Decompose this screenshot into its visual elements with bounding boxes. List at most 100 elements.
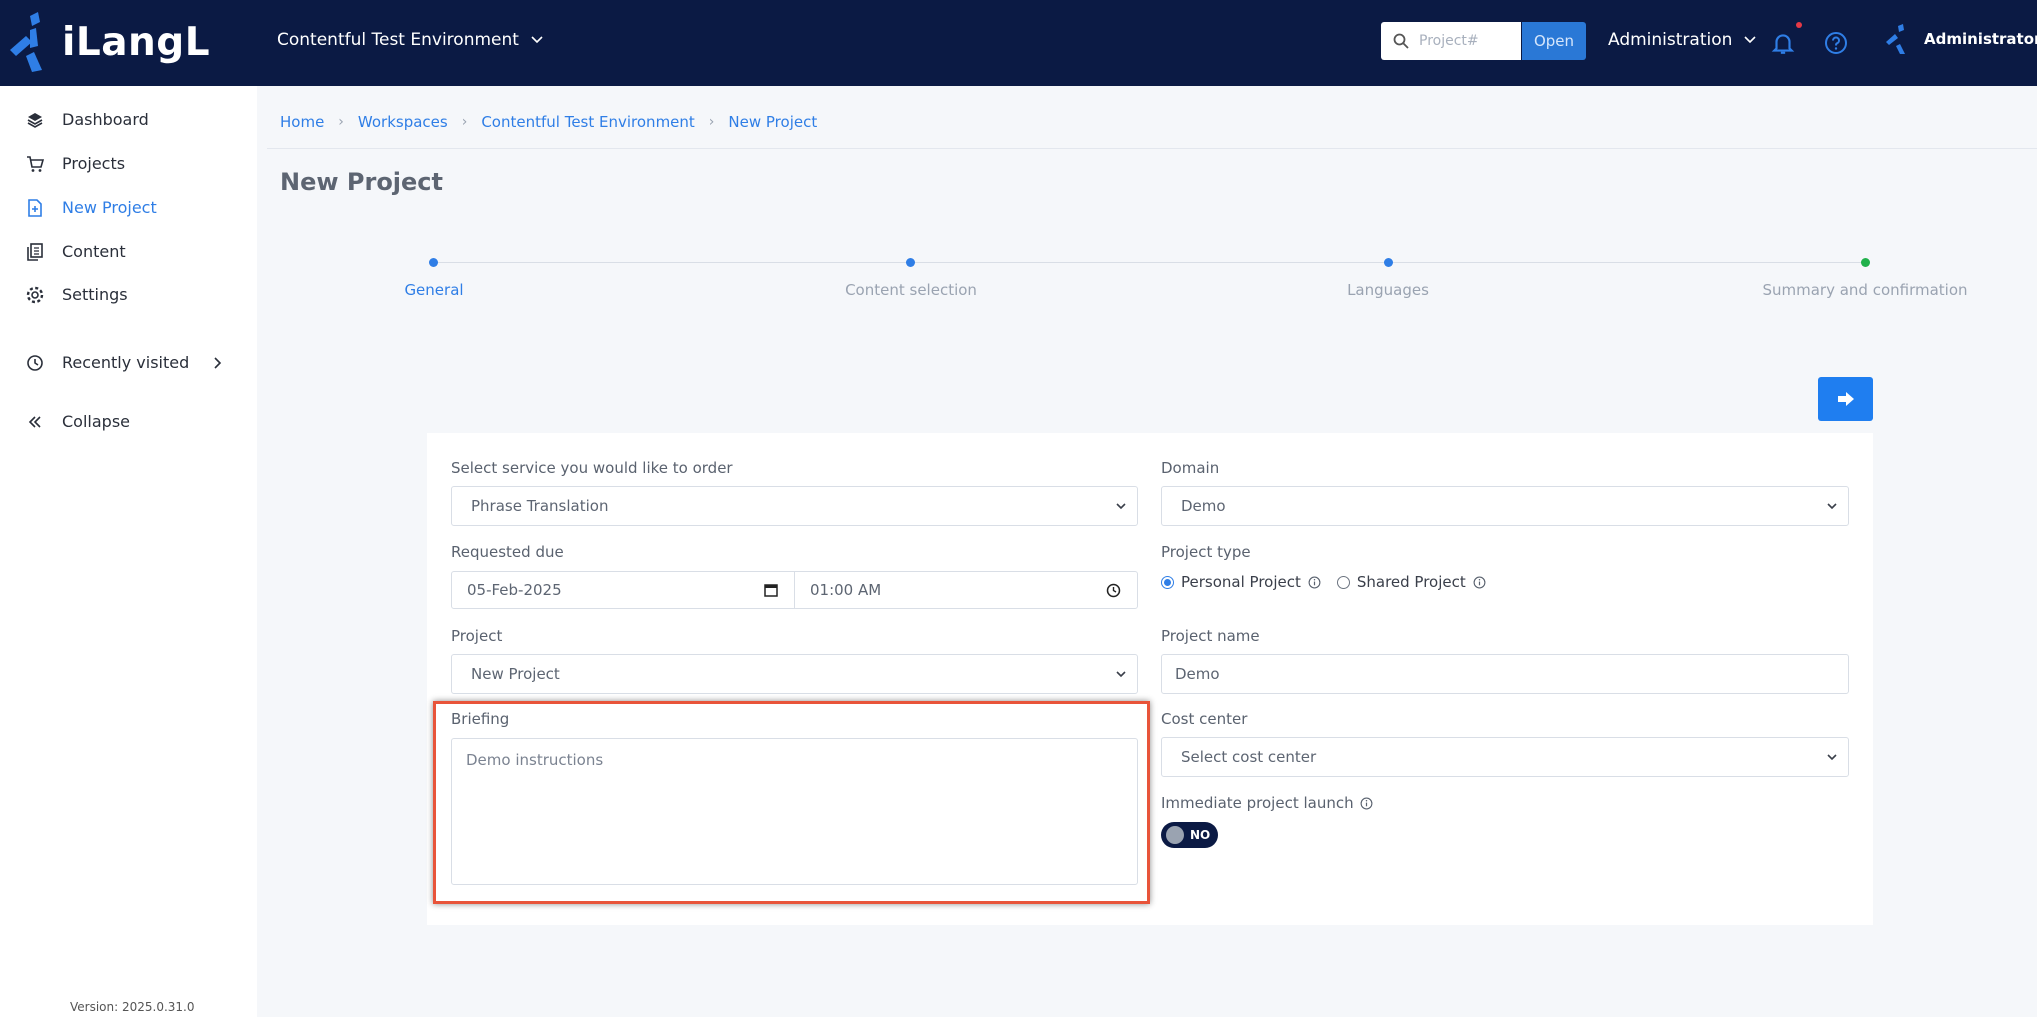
chevron-down-icon	[1827, 503, 1837, 510]
info-icon[interactable]	[1360, 797, 1373, 810]
sidebar-item-collapse[interactable]: Collapse	[26, 412, 130, 431]
version-label: Version: 2025.0.31.0	[70, 1000, 195, 1014]
sidebar: Dashboard Projects New Project Content S…	[0, 86, 257, 1017]
sidebar-item-label: Content	[62, 242, 126, 261]
requested-due-label: Requested due	[451, 543, 564, 561]
user-name: Administrator	[1924, 30, 2037, 48]
briefing-textarea[interactable]: Demo instructions	[451, 738, 1138, 885]
project-number-input[interactable]	[1419, 33, 1509, 49]
logo-text: iLangL	[62, 19, 211, 65]
due-date-value: 05-Feb-2025	[467, 581, 562, 599]
immediate-launch-label-row: Immediate project launch	[1161, 794, 1373, 812]
toggle-label: NO	[1190, 828, 1211, 842]
service-value: Phrase Translation	[471, 497, 609, 515]
due-time-input[interactable]: 01:00 AM	[794, 571, 1138, 609]
chevron-down-icon	[1116, 503, 1126, 510]
sidebar-item-dashboard[interactable]: Dashboard	[26, 110, 149, 129]
user-avatar-icon	[1886, 24, 1905, 54]
gear-icon	[26, 286, 44, 303]
arrow-right-icon	[1837, 392, 1854, 406]
workspace-name: Contentful Test Environment	[277, 30, 519, 50]
radio-circle	[1336, 575, 1350, 589]
double-chevron-left-icon	[28, 415, 41, 428]
domain-label: Domain	[1161, 459, 1220, 477]
administration-label: Administration	[1608, 30, 1733, 50]
step-summary-confirmation[interactable]: Summary and confirmation	[1762, 281, 1967, 299]
step-general[interactable]: General	[404, 281, 463, 299]
step-content-selection[interactable]: Content selection	[845, 281, 977, 299]
sidebar-item-label: New Project	[62, 198, 157, 217]
next-step-button[interactable]	[1818, 377, 1873, 421]
chevron-down-icon	[1744, 36, 1756, 44]
service-select[interactable]: Phrase Translation	[451, 486, 1138, 526]
project-name-input[interactable]	[1161, 654, 1849, 694]
layers-icon	[27, 112, 43, 128]
sidebar-item-label: Collapse	[62, 412, 130, 431]
user-menu[interactable]: Administrator	[1884, 24, 2037, 54]
due-date-input[interactable]: 05-Feb-2025	[451, 571, 795, 609]
cart-icon	[27, 155, 44, 172]
due-time-value: 01:00 AM	[810, 581, 882, 599]
new-file-icon	[28, 198, 42, 217]
chevron-down-icon	[1116, 671, 1126, 678]
step-dot-content-selection	[906, 258, 915, 267]
service-label: Select service you would like to order	[451, 459, 733, 477]
radio-personal-project[interactable]: Personal Project	[1161, 573, 1321, 591]
breadcrumb-separator: ›	[461, 114, 468, 130]
step-dot-general	[429, 258, 438, 267]
sidebar-item-settings[interactable]: Settings	[26, 285, 128, 304]
project-name-label: Project name	[1161, 627, 1260, 645]
immediate-launch-label: Immediate project launch	[1161, 794, 1354, 812]
project-search	[1381, 22, 1521, 60]
chevron-right-icon	[214, 356, 222, 369]
top-bar: iLangL Contentful Test Environment Open …	[0, 0, 2037, 86]
help-icon[interactable]	[1824, 31, 1848, 55]
cost-center-select[interactable]: Select cost center	[1161, 737, 1849, 777]
domain-select[interactable]: Demo	[1161, 486, 1849, 526]
cost-center-placeholder: Select cost center	[1181, 748, 1317, 766]
breadcrumb-workspace[interactable]: Contentful Test Environment	[481, 113, 694, 131]
immediate-launch-toggle[interactable]: NO	[1161, 822, 1218, 848]
logo[interactable]: iLangL	[8, 12, 210, 72]
sidebar-item-content[interactable]: Content	[26, 242, 126, 261]
administration-dropdown[interactable]: Administration	[1608, 30, 1756, 50]
info-icon[interactable]	[1473, 576, 1486, 589]
breadcrumb-separator: ›	[338, 114, 344, 130]
sidebar-item-new-project[interactable]: New Project	[26, 198, 157, 217]
sidebar-item-label: Recently visited	[62, 353, 190, 372]
page-title: New Project	[280, 168, 444, 196]
search-icon	[1393, 33, 1409, 49]
open-project-button[interactable]: Open	[1522, 22, 1586, 60]
radio-circle-selected	[1161, 575, 1174, 589]
calendar-icon	[764, 584, 778, 597]
sidebar-item-label: Settings	[62, 285, 128, 304]
chevron-down-icon	[531, 36, 543, 44]
step-dot-languages	[1384, 258, 1393, 267]
breadcrumb-workspaces[interactable]: Workspaces	[358, 113, 448, 131]
header-divider	[267, 148, 2037, 149]
info-icon[interactable]	[1308, 576, 1321, 589]
radio-shared-project[interactable]: Shared Project	[1336, 573, 1486, 591]
domain-value: Demo	[1181, 497, 1226, 515]
notification-bell-icon[interactable]	[1770, 30, 1796, 56]
toggle-knob	[1166, 826, 1184, 844]
sidebar-item-projects[interactable]: Projects	[26, 154, 125, 173]
step-dot-summary	[1861, 258, 1870, 267]
stepper-track	[434, 262, 1866, 263]
history-icon	[27, 354, 43, 371]
breadcrumb-home[interactable]: Home	[280, 113, 324, 131]
breadcrumb-separator: ›	[708, 114, 715, 130]
workspace-dropdown[interactable]: Contentful Test Environment	[277, 30, 543, 50]
cost-center-label: Cost center	[1161, 710, 1248, 728]
chevron-down-icon	[1827, 754, 1837, 761]
radio-label: Personal Project	[1181, 573, 1301, 591]
notification-badge	[1796, 22, 1802, 28]
clock-icon	[1106, 583, 1121, 598]
sidebar-item-recently-visited[interactable]: Recently visited	[26, 353, 222, 372]
project-select[interactable]: New Project	[451, 654, 1138, 694]
step-languages[interactable]: Languages	[1347, 281, 1429, 299]
sidebar-item-label: Dashboard	[62, 110, 149, 129]
briefing-label: Briefing	[451, 710, 510, 728]
breadcrumb-current[interactable]: New Project	[728, 113, 817, 131]
documents-icon	[27, 242, 43, 261]
